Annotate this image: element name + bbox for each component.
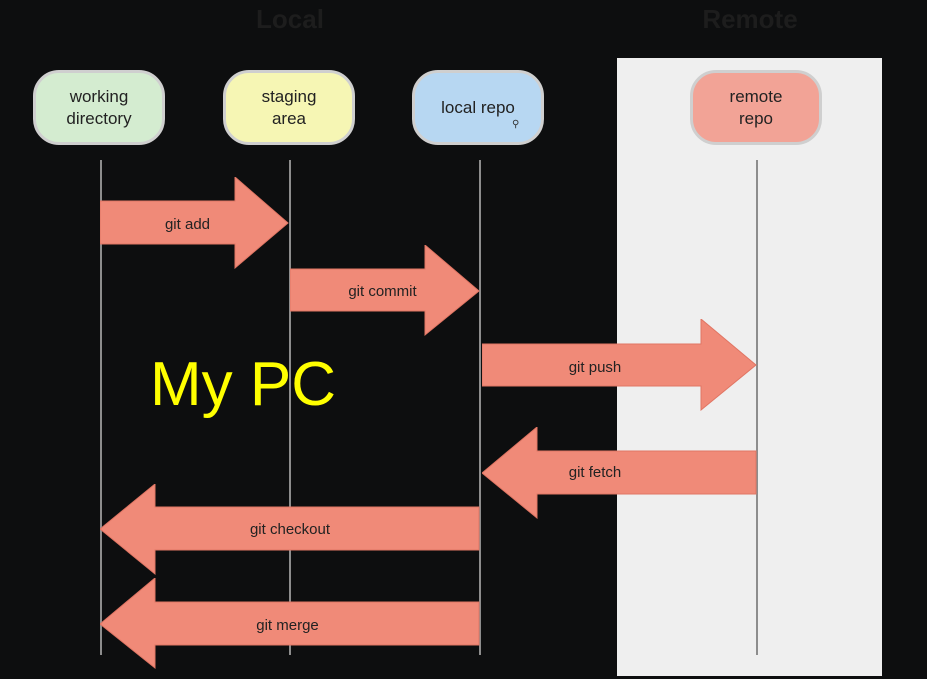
label-git-commit: git commit	[348, 283, 417, 300]
label-git-fetch: git fetch	[568, 464, 622, 481]
node-local-repo: local repo	[412, 70, 544, 145]
git-workflow-diagram: Local Remote working directory staging a…	[0, 0, 927, 679]
label-git-add: git add	[164, 216, 211, 233]
overlay-caption: My PC	[150, 350, 336, 419]
label-git-checkout: git checkout	[249, 521, 331, 538]
section-title-local: Local	[256, 4, 324, 34]
section-title-remote: Remote	[702, 4, 798, 34]
node-remote-repo: remote repo	[690, 70, 822, 145]
magnifier-icon: ⚲	[512, 119, 520, 130]
node-working-directory: working directory	[33, 70, 165, 145]
label-git-push: git push	[568, 359, 622, 376]
node-staging-area: staging area	[223, 70, 355, 145]
label-git-merge: git merge	[256, 617, 319, 634]
